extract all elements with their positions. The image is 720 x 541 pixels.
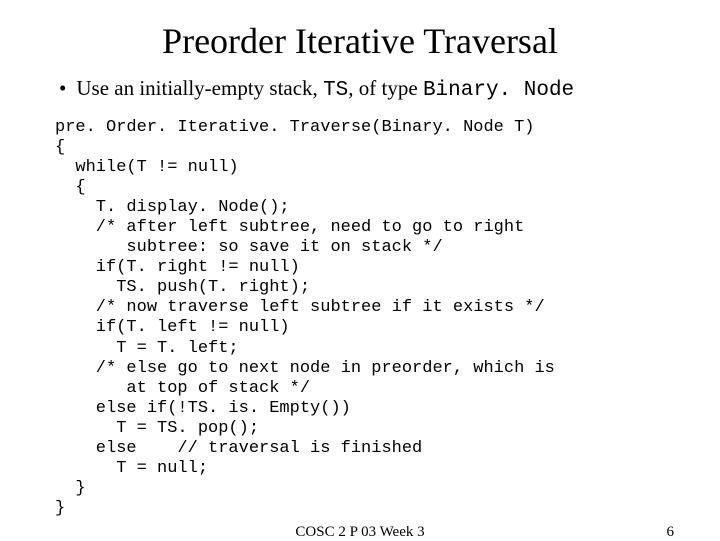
bullet-prefix: Use an initially-empty stack, xyxy=(76,76,323,100)
bullet-middle: , of type xyxy=(348,76,423,100)
footer-page-number: 6 xyxy=(667,524,675,541)
slide-title: Preorder Iterative Traversal xyxy=(55,20,665,62)
bullet-code-type: Binary. Node xyxy=(423,79,574,102)
code-block: pre. Order. Iterative. Traverse(Binary. … xyxy=(55,118,665,519)
bullet-code-ts: TS xyxy=(323,79,348,102)
footer-course: COSC 2 P 03 Week 3 xyxy=(295,524,424,541)
bullet-marker: • xyxy=(59,76,66,101)
bullet-text: Use an initially-empty stack, TS, of typ… xyxy=(76,76,574,102)
bullet-item: • Use an initially-empty stack, TS, of t… xyxy=(55,76,665,102)
